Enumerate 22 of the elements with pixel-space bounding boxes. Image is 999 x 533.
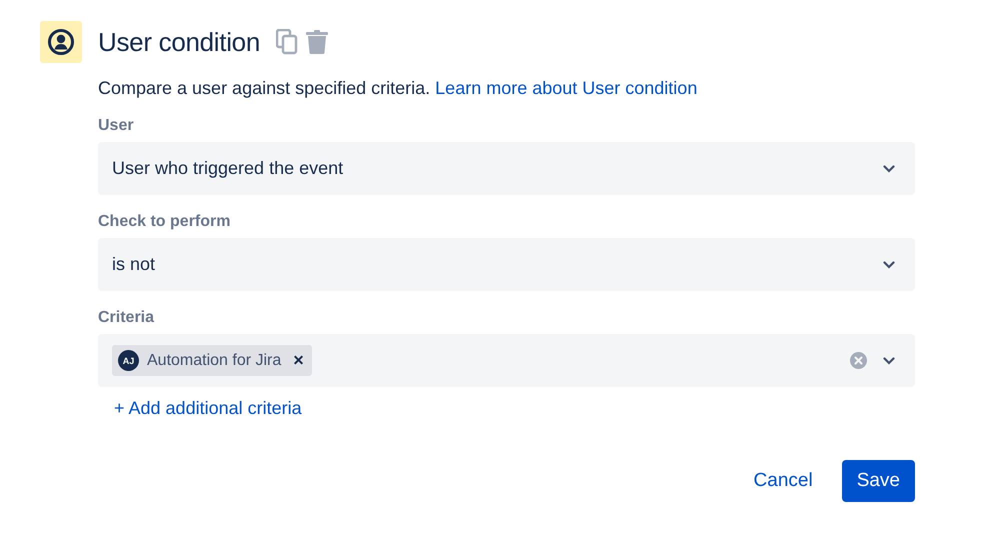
user-condition-icon (40, 21, 82, 63)
chevron-down-icon (883, 164, 895, 172)
cancel-button[interactable]: Cancel (738, 460, 828, 502)
save-button[interactable]: Save (842, 460, 915, 502)
trash-icon[interactable] (306, 30, 328, 54)
clear-icon[interactable] (850, 352, 867, 369)
copy-icon[interactable] (276, 29, 298, 55)
select-field[interactable]: User who triggered the event (98, 142, 915, 195)
remove-tag-button[interactable]: × (289, 350, 304, 371)
multi-select-field[interactable]: AJ Automation for Jira × (98, 334, 915, 387)
add-criteria-link[interactable]: + Add additional criteria (114, 398, 302, 419)
field-label: User (98, 116, 135, 136)
user-avatar: AJ (118, 350, 139, 371)
select-field[interactable]: is not (98, 238, 915, 291)
panel-title: User condition (98, 26, 260, 58)
chevron-down-icon (883, 260, 895, 268)
tag-label: Automation for Jira (147, 352, 282, 370)
field-label: Criteria (98, 308, 156, 328)
chevron-down-icon (883, 356, 895, 364)
description: Compare a user against specified criteria. Learn more about User condition (98, 77, 698, 99)
field-label: Check to perform (98, 212, 232, 232)
learn-more-link[interactable]: Learn more about User condition (435, 78, 698, 98)
